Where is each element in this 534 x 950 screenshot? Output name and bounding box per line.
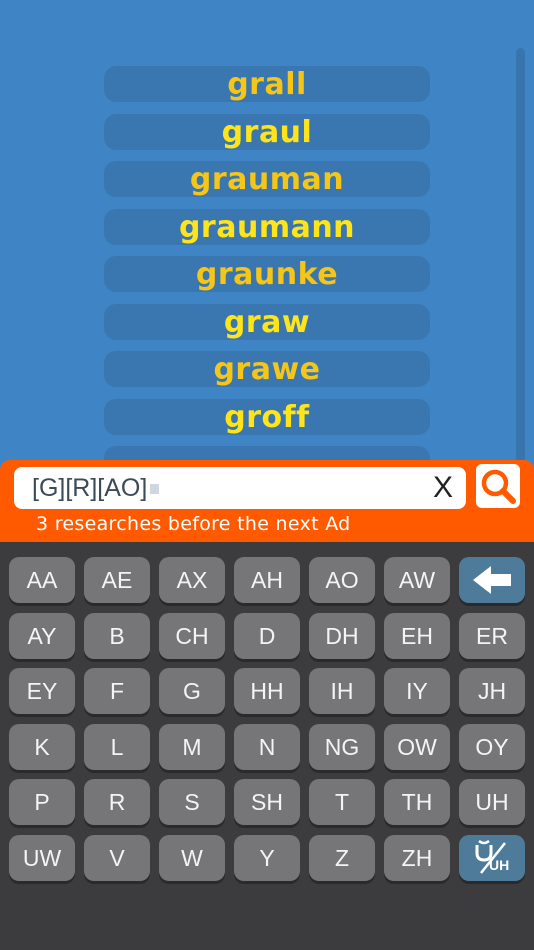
search-button[interactable] [476,464,520,508]
results-list: grall graul grauman graumann graunke graw graw… [0,0,534,470]
search-input[interactable]: [G][R][AO] X [14,467,466,509]
toggle-sub-label: UH [489,857,510,873]
key-l[interactable]: L [84,723,150,770]
key-ey[interactable]: EY [9,668,75,715]
key-v[interactable]: V [84,835,150,881]
key-jh[interactable]: JH [459,668,525,715]
magnifier-icon [481,469,516,504]
key-t[interactable]: T [309,779,375,826]
key-th[interactable]: TH [384,779,450,826]
key-iy[interactable]: IY [384,668,450,715]
key-uw[interactable]: UW [9,835,75,881]
result-item[interactable]: graul [104,113,430,150]
key-s[interactable]: S [159,779,225,826]
key-uh[interactable]: UH [459,779,525,826]
result-item[interactable]: graumann [104,208,430,245]
toggle-phoneme-key[interactable]: UH [459,835,525,881]
key-b[interactable]: B [84,612,150,659]
key-w[interactable]: W [159,835,225,881]
key-m[interactable]: M [159,723,225,770]
result-item[interactable]: grall [104,66,430,102]
key-dh[interactable]: DH [309,612,375,659]
key-hh[interactable]: HH [234,668,300,715]
arrow-left-icon [473,566,511,594]
key-ao[interactable]: AO [309,557,375,603]
key-aa[interactable]: AA [9,557,75,603]
key-ay[interactable]: AY [9,612,75,659]
results-scrollbar[interactable] [516,48,525,478]
phoneme-keyboard: AA AE AX AH AO AW AY B CH D DH EH ER EY F G HH IH IY JH K L M N… [0,542,534,950]
key-p[interactable]: P [9,779,75,826]
result-item[interactable]: grawe [104,351,430,387]
key-er[interactable]: ER [459,612,525,659]
result-item[interactable]: groff [104,398,430,435]
search-panel: [G][R][AO] X 3 researches before the nex… [0,460,534,542]
backspace-key[interactable] [459,557,525,603]
key-z[interactable]: Z [309,835,375,881]
result-item[interactable]: grauman [104,161,430,197]
key-ax[interactable]: AX [159,557,225,603]
key-ah[interactable]: AH [234,557,300,603]
key-ng[interactable]: NG [309,723,375,770]
key-ch[interactable]: CH [159,612,225,659]
key-g[interactable]: G [159,668,225,715]
key-k[interactable]: K [9,723,75,770]
clear-button[interactable]: X [430,471,456,505]
ad-notice: 3 researches before the next Ad [36,513,351,535]
key-y[interactable]: Y [234,835,300,881]
key-eh[interactable]: EH [384,612,450,659]
key-ae[interactable]: AE [84,557,150,603]
key-n[interactable]: N [234,723,300,770]
text-caret [150,484,160,495]
result-item[interactable]: graw [104,303,430,340]
key-ih[interactable]: IH [309,668,375,715]
key-ow[interactable]: OW [384,723,450,770]
key-d[interactable]: D [234,612,300,659]
key-r[interactable]: R [84,779,150,826]
search-query-text: [G][R][AO] [32,471,160,505]
key-f[interactable]: F [84,668,150,715]
key-aw[interactable]: AW [384,557,450,603]
key-oy[interactable]: OY [459,723,525,770]
key-zh[interactable]: ZH [384,835,450,881]
result-item[interactable]: graunke [104,256,430,292]
search-query: [G][R][AO] [32,474,148,502]
key-sh[interactable]: SH [234,779,300,826]
